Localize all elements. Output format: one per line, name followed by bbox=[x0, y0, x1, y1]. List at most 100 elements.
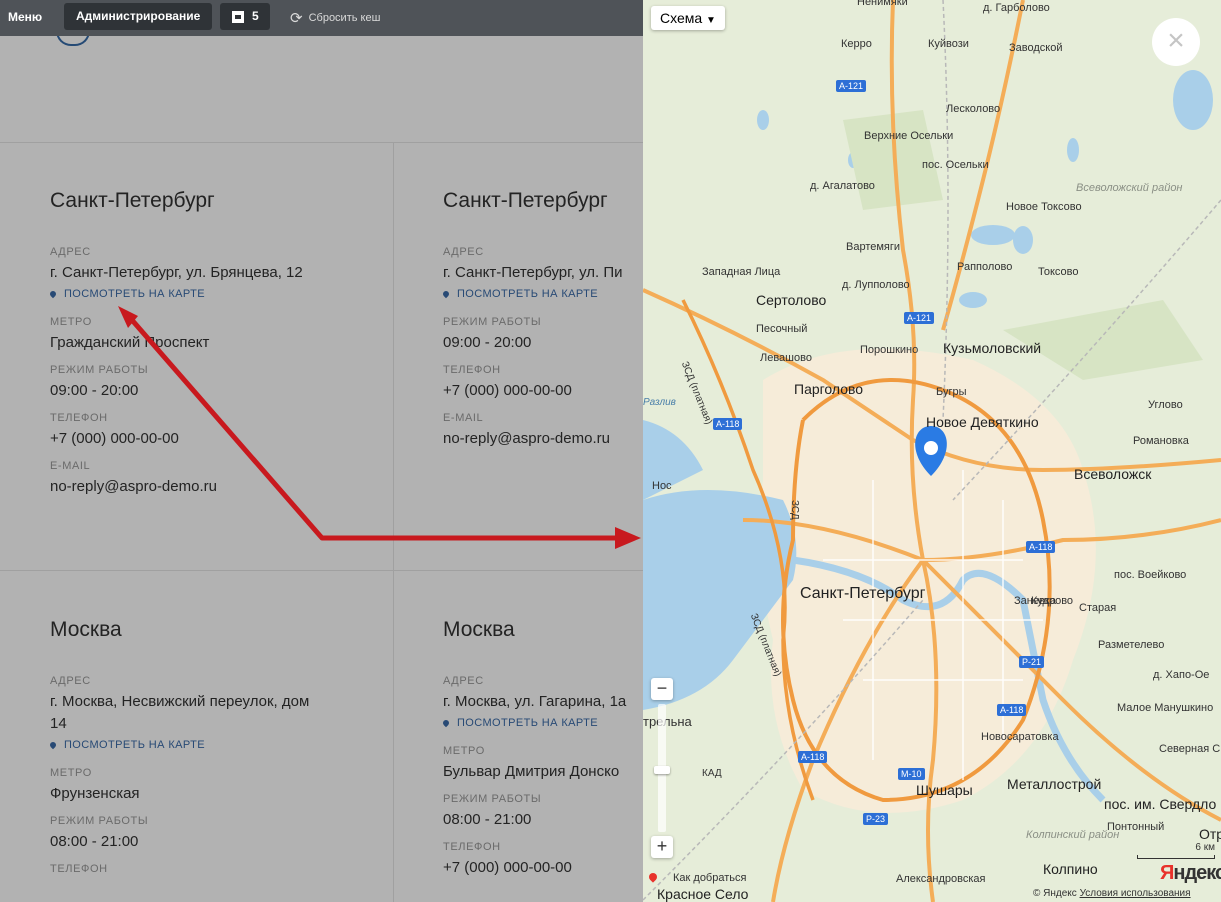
admin-toolbar: Меню Администрирование 5 ⟳ Сбросить кеш bbox=[0, 0, 643, 36]
map-label: Левашово bbox=[760, 352, 812, 364]
zoom-out-button[interactable]: − bbox=[651, 678, 673, 700]
map-label: Западная Лица bbox=[702, 266, 781, 278]
map-label: Заводской bbox=[1009, 42, 1063, 54]
address-label: АДРЕС bbox=[50, 675, 91, 687]
phone-label: ТЕЛЕФОН bbox=[443, 841, 501, 853]
map-pin-icon bbox=[441, 718, 451, 728]
map-label: Александровская bbox=[896, 873, 986, 885]
map-label: Северная С bbox=[1159, 743, 1221, 755]
map-label: Кузьмоловский bbox=[943, 340, 1042, 356]
terms-link[interactable]: Условия использования bbox=[1080, 888, 1191, 899]
view-on-map-link[interactable]: ПОСМОТРЕТЬ НА КАРТЕ bbox=[48, 739, 330, 751]
map-label: Новое Девяткино bbox=[926, 414, 1039, 430]
hours-label: РЕЖИМ РАБОТЫ bbox=[443, 316, 542, 328]
address-label: АДРЕС bbox=[50, 246, 91, 258]
map-label: Рапполово bbox=[957, 261, 1013, 273]
phone-value[interactable]: +7 (000) 000-00-00 bbox=[443, 380, 643, 402]
email-value[interactable]: no-reply@aspro-demo.ru bbox=[50, 476, 390, 498]
get-directions-label: Как добраться bbox=[673, 872, 747, 884]
contacts-page: Санкт-Петербург АДРЕС г. Санкт-Петербург… bbox=[0, 0, 643, 902]
view-on-map-label: ПОСМОТРЕТЬ НА КАРТЕ bbox=[64, 739, 205, 751]
map-label: д. Лупполово bbox=[842, 279, 910, 291]
address-value: г. Санкт-Петербург, ул. Пи bbox=[443, 264, 623, 281]
map-pin-icon bbox=[441, 289, 451, 299]
map-type-dropdown[interactable]: Схема ▼ bbox=[651, 6, 725, 30]
map-label: Нос bbox=[652, 480, 672, 492]
map-label: Шушары bbox=[916, 782, 973, 798]
view-on-map-label: ПОСМОТРЕТЬ НА КАРТЕ bbox=[457, 717, 598, 729]
map-label: Куйвози bbox=[928, 38, 969, 50]
zoom-slider-handle[interactable] bbox=[654, 766, 670, 774]
map-label: Парголово bbox=[794, 381, 864, 397]
map-label: Сертолово bbox=[756, 292, 827, 308]
map-label: Всеволожский район bbox=[1076, 182, 1183, 194]
map-label: Ненимяки bbox=[857, 0, 908, 8]
yandex-logo[interactable]: Яндекс bbox=[1160, 862, 1221, 885]
phone-label: ТЕЛЕФОН bbox=[50, 863, 108, 875]
office-card: Санкт-Петербург АДРЕС г. Санкт-Петербург… bbox=[48, 189, 390, 508]
map-label: Романовка bbox=[1133, 435, 1189, 447]
zoom-slider[interactable] bbox=[654, 704, 670, 832]
email-label: E-MAIL bbox=[50, 460, 91, 472]
map-label: пос. Осельки bbox=[922, 159, 989, 171]
view-on-map-link[interactable]: ПОСМОТРЕТЬ НА КАРТЕ bbox=[441, 288, 643, 300]
address-label: АДРЕС bbox=[443, 246, 484, 258]
zoom-in-button[interactable]: + bbox=[651, 836, 673, 858]
administration-button[interactable]: Администрирование bbox=[64, 3, 213, 30]
metro-value: Бульвар Дмитрия Донско bbox=[443, 763, 620, 780]
address-value: г. Санкт-Петербург, ул. Брянцева, 12 bbox=[50, 264, 303, 281]
map-label: Порошкино bbox=[860, 344, 919, 356]
close-map-button[interactable]: × bbox=[1152, 18, 1200, 66]
menu-button[interactable]: Меню bbox=[8, 10, 42, 24]
view-on-map-link[interactable]: ПОСМОТРЕТЬ НА КАРТЕ bbox=[441, 717, 643, 729]
map-label: Керро bbox=[841, 38, 872, 50]
map-label: Углово bbox=[1148, 399, 1183, 411]
map-label: Понтонный bbox=[1107, 821, 1165, 833]
map-label: КАД bbox=[702, 768, 722, 779]
grid-divider-middle bbox=[0, 570, 643, 571]
map-label: Разметелево bbox=[1098, 639, 1165, 651]
get-directions-button[interactable]: Как добраться bbox=[647, 871, 747, 884]
road-shield: А-118 bbox=[713, 418, 743, 430]
road-shield: А-118 bbox=[798, 751, 828, 763]
office-city: Санкт-Петербург bbox=[443, 189, 608, 212]
map-label: Новосаратовка bbox=[981, 731, 1059, 743]
notifications-button[interactable]: 5 bbox=[220, 3, 270, 30]
address-value: г. Москва, Несвижский переулок, дом 14 bbox=[50, 693, 310, 732]
office-card: Москва АДРЕС г. Москва, ул. Гагарина, 1а… bbox=[441, 618, 643, 889]
map-label: д. Гарболово bbox=[983, 2, 1050, 14]
office-card: Санкт-Петербург АДРЕС г. Санкт-Петербург… bbox=[441, 189, 643, 460]
road-shield: А-121 bbox=[836, 80, 867, 92]
map-label: Верхние Осельки bbox=[864, 130, 954, 142]
metro-value: Гражданский Проспект bbox=[50, 334, 210, 351]
map-label: Колпинский район bbox=[1026, 829, 1120, 841]
grid-divider-top bbox=[0, 142, 643, 143]
phone-value[interactable]: +7 (000) 000-00-00 bbox=[443, 857, 643, 879]
road-shield: А-118 bbox=[997, 704, 1027, 716]
email-label: E-MAIL bbox=[443, 412, 484, 424]
map-label: Старая bbox=[1079, 602, 1117, 614]
map-scale: 6 км bbox=[1137, 842, 1215, 859]
map-label: Колпино bbox=[1043, 861, 1098, 877]
hours-value: 09:00 - 20:00 bbox=[443, 334, 532, 351]
phone-label: ТЕЛЕФОН bbox=[443, 364, 501, 376]
map-scale-label: 6 км bbox=[1195, 842, 1215, 853]
email-value[interactable]: no-reply@aspro-demo.ru bbox=[443, 428, 643, 450]
map-label: Всеволожск bbox=[1074, 466, 1152, 482]
map-label: Разлив bbox=[643, 397, 676, 408]
view-on-map-link[interactable]: ПОСМОТРЕТЬ НА КАРТЕ bbox=[48, 288, 390, 300]
map-label: Бугры bbox=[936, 386, 967, 398]
map-pin-icon bbox=[48, 740, 58, 750]
map-label: Отр bbox=[1199, 826, 1221, 842]
grid-divider-vertical bbox=[393, 142, 394, 902]
zoom-control: − + bbox=[651, 678, 673, 858]
map-label: д. Хапо-Ое bbox=[1153, 669, 1210, 681]
reset-cache-button[interactable]: ⟳ Сбросить кеш bbox=[290, 9, 380, 27]
hours-value: 08:00 - 21:00 bbox=[443, 811, 532, 828]
phone-value[interactable]: +7 (000) 000-00-00 bbox=[50, 428, 390, 450]
hours-value: 08:00 - 21:00 bbox=[50, 833, 139, 850]
road-shield: А-121 bbox=[904, 312, 935, 324]
metro-label: МЕТРО bbox=[443, 745, 485, 757]
map-panel[interactable]: Ненимяки д. Гарболово Керро Куйвози Заво… bbox=[643, 0, 1221, 902]
office-city: Санкт-Петербург bbox=[50, 189, 215, 212]
